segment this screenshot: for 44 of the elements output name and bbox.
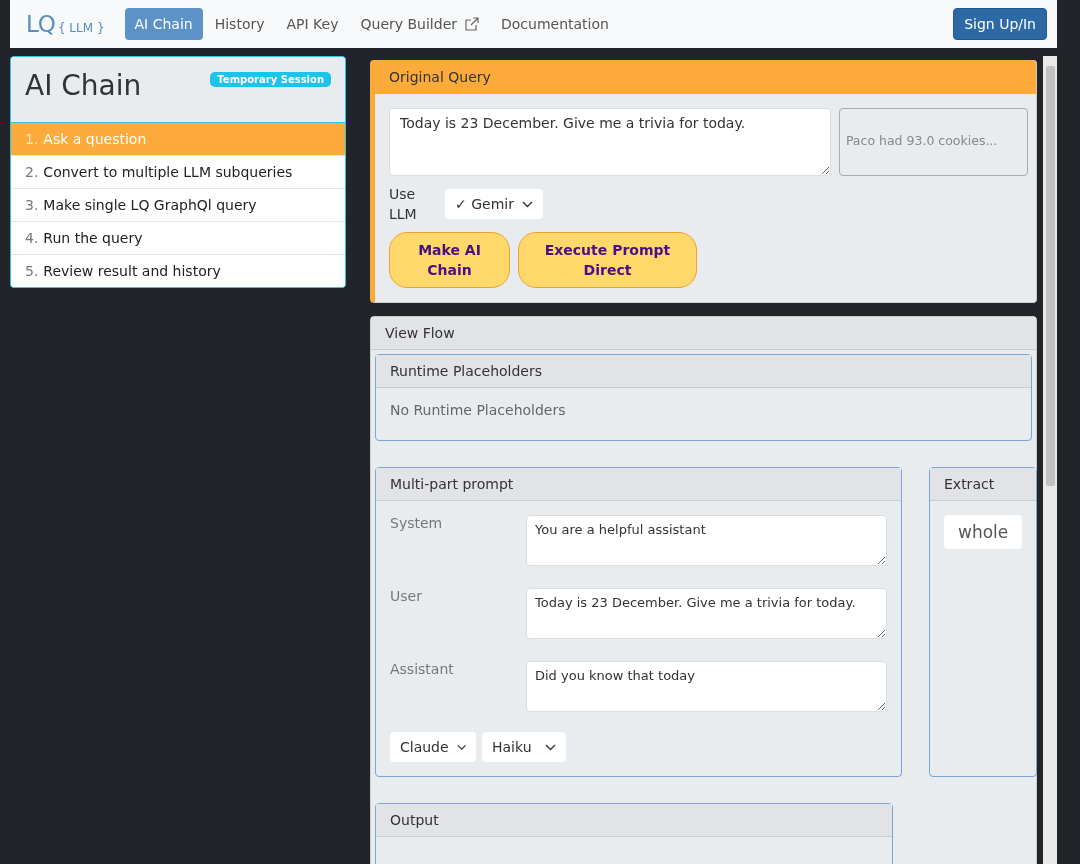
step-label: Make single LQ GraphQl query (43, 197, 257, 213)
step-number: 3. (25, 197, 39, 213)
example-field[interactable]: Paco had 93.0 cookies... (838, 108, 1028, 176)
extract-option[interactable]: whole (944, 515, 1023, 549)
chevron-down-icon (545, 743, 556, 751)
step-number: 4. (25, 230, 39, 246)
message-input[interactable]: Today is 23 December. Give me a trivia for today. (526, 588, 887, 639)
step-number: 1. (25, 131, 39, 147)
step-label: Convert to multiple LLM subqueries (43, 164, 293, 180)
step-label: Ask a question (43, 131, 147, 147)
empty-message: No Runtime Placeholders (389, 401, 567, 420)
model-select[interactable]: Haiku (482, 732, 566, 762)
step-item[interactable]: 5. Review result and history (11, 254, 345, 287)
role-label: User (390, 588, 423, 604)
step-number: 5. (25, 263, 39, 279)
use-llm-label: Use LLM (389, 185, 418, 224)
chevron-down-icon (456, 743, 466, 751)
step-label: Run the query (43, 230, 143, 246)
external-link-icon (465, 17, 479, 31)
step-label: Review result and history (43, 263, 221, 279)
model-select[interactable]: ✓ Gemir (445, 189, 543, 219)
nav-link[interactable]: History (204, 8, 275, 40)
chevron-down-icon (521, 200, 533, 208)
card-header: Output (376, 804, 892, 837)
query-input[interactable]: Today is 23 December. Give me a trivia for today. (389, 108, 831, 176)
message-input[interactable]: Did you know that today (526, 661, 887, 712)
role-label: Assistant (390, 661, 455, 677)
nav-link[interactable]: Query Builder (350, 8, 489, 40)
card-header: Runtime Placeholders (376, 355, 1031, 388)
action-button[interactable]: Execute Prompt Direct (518, 232, 697, 288)
role-label: System (390, 515, 444, 531)
card-title: AI Chain (25, 69, 142, 102)
step-number: 2. (25, 164, 39, 180)
session-badge: Temporary Session (210, 72, 331, 87)
card-header: View Flow (371, 317, 1036, 350)
nav-link[interactable]: Documentation (491, 8, 619, 40)
message-input[interactable]: You are a helpful assistant (526, 515, 887, 566)
card-header: Extract (930, 468, 1037, 501)
card-header: Original Query (375, 60, 1036, 94)
sign-up-button[interactable]: Sign Up/In (953, 8, 1047, 40)
card-header: Multi-part prompt (376, 468, 901, 501)
nav-link[interactable]: API Key (276, 8, 349, 40)
model-select[interactable]: Claude (390, 732, 476, 762)
action-button[interactable]: Make AI Chain (389, 232, 510, 288)
